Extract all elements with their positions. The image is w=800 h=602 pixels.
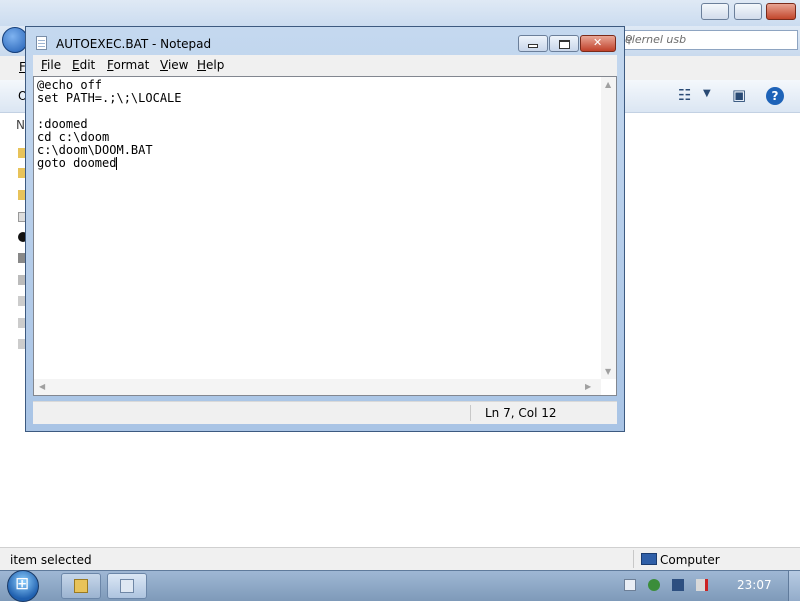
start-button[interactable] (7, 570, 39, 602)
taskbar: 23:07 (0, 570, 800, 602)
menu-view[interactable]: View (160, 58, 188, 72)
action-center-icon[interactable] (648, 579, 660, 591)
status-divider (470, 405, 471, 421)
chevron-down-icon[interactable]: ▼ (703, 88, 711, 99)
preview-pane-icon[interactable]: ▣ (732, 86, 746, 104)
vertical-scrollbar[interactable]: ▲ ▼ (601, 77, 616, 379)
computer-icon (641, 553, 657, 565)
menu-help[interactable]: Help (197, 58, 224, 72)
explorer-nav-label: N (16, 118, 25, 132)
volume-muted-icon[interactable] (696, 579, 708, 591)
location-label: Computer (660, 553, 720, 567)
minimize-button[interactable] (518, 35, 548, 52)
network-icon[interactable] (672, 579, 684, 591)
notepad-icon (120, 579, 134, 593)
notepad-menubar: File Edit Format View Help (33, 55, 617, 76)
search-icon[interactable]: ⚲ (625, 33, 793, 46)
close-button[interactable] (580, 35, 616, 52)
explorer-search-input[interactable]: elernel usb ⚲ (612, 30, 798, 50)
menu-format[interactable]: Format (107, 58, 149, 72)
editor-content: @echo off set PATH=.;\;\LOCALE :doomed c… (37, 78, 182, 170)
scroll-left-arrow-icon[interactable]: ◀ (39, 382, 45, 391)
horizontal-scrollbar[interactable]: ◀ ▶ (34, 379, 601, 395)
text-editor[interactable]: @echo off set PATH=.;\;\LOCALE :doomed c… (33, 76, 617, 396)
menu-edit[interactable]: Edit (72, 58, 95, 72)
explorer-status-bar: item selected Computer (0, 547, 800, 571)
notepad-status-bar: Ln 7, Col 12 (33, 401, 617, 424)
window-title: AUTOEXEC.BAT - Notepad (56, 37, 212, 51)
selection-status: item selected (10, 553, 92, 567)
notepad-window[interactable]: AUTOEXEC.BAT - Notepad File Edit Format … (25, 26, 625, 432)
explorer-title-bar[interactable] (0, 0, 800, 26)
cursor-position: Ln 7, Col 12 (485, 406, 557, 420)
notification-document-icon[interactable] (624, 579, 636, 591)
taskbar-explorer-button[interactable] (61, 573, 101, 599)
view-options-icon[interactable]: ☷ (678, 86, 691, 104)
folder-icon (74, 579, 88, 593)
taskbar-notepad-button[interactable] (107, 573, 147, 599)
notepad-app-icon[interactable] (36, 36, 47, 50)
scroll-down-arrow-icon[interactable]: ▼ (605, 367, 611, 376)
explorer-maximize-button[interactable] (734, 3, 762, 20)
status-divider (633, 550, 634, 568)
explorer-close-button[interactable] (766, 3, 796, 20)
maximize-button[interactable] (549, 35, 579, 52)
explorer-minimize-button[interactable] (701, 3, 729, 20)
show-desktop-button[interactable] (788, 571, 800, 601)
help-icon[interactable]: ? (766, 87, 784, 105)
scroll-up-arrow-icon[interactable]: ▲ (605, 80, 611, 89)
taskbar-clock[interactable]: 23:07 (737, 578, 772, 592)
scroll-right-arrow-icon[interactable]: ▶ (585, 382, 591, 391)
text-caret (116, 157, 118, 170)
menu-file[interactable]: File (41, 58, 61, 72)
